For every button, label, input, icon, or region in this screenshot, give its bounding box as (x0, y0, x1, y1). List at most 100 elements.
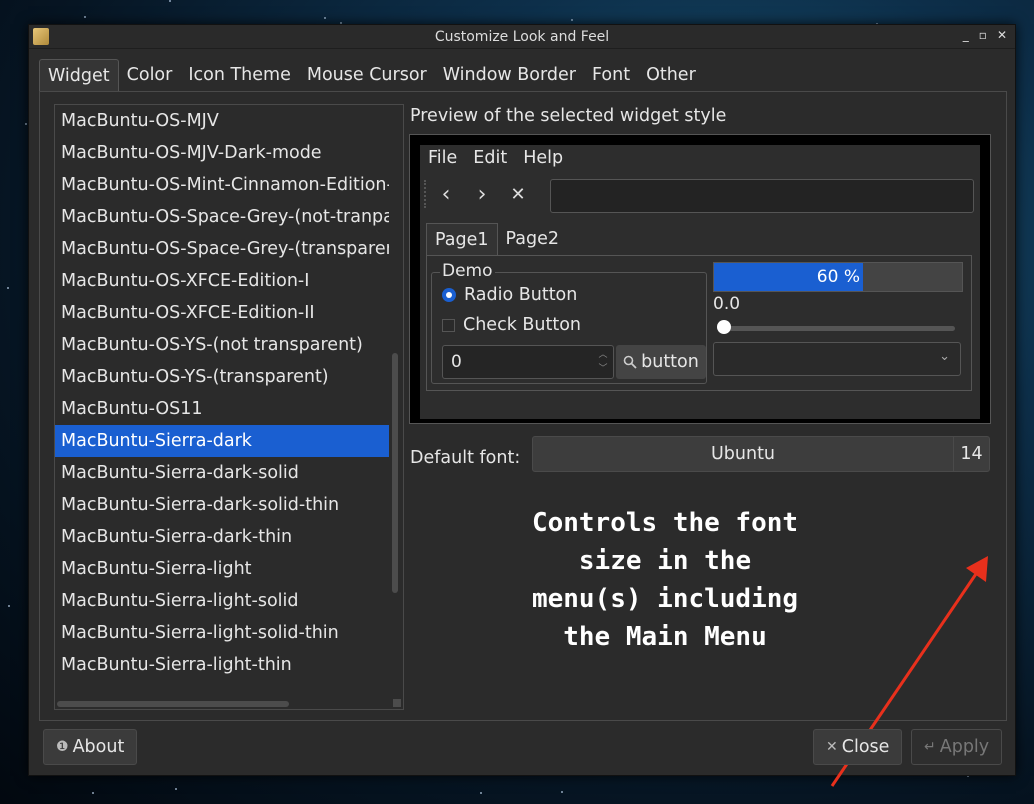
star (480, 792, 482, 794)
category-tabs: Widget Color Icon Theme Mouse Cursor Win… (39, 59, 704, 91)
tab-font[interactable]: Font (584, 59, 638, 91)
tab-window-border[interactable]: Window Border (435, 59, 584, 91)
radio-indicator[interactable] (442, 288, 456, 302)
apply-icon: ↵ (924, 739, 936, 755)
tab-page2[interactable]: Page2 (498, 223, 568, 255)
close-label: Close (841, 737, 890, 757)
theme-list-item[interactable]: MacBuntu-Sierra-dark-thin (55, 521, 389, 553)
minimize-icon[interactable]: _ (963, 28, 969, 42)
theme-list-item[interactable]: MacBuntu-Sierra-dark (55, 425, 389, 457)
slider-track[interactable] (723, 326, 955, 331)
annotation-line: size in the (578, 546, 752, 576)
theme-list-item[interactable]: MacBuntu-Sierra-dark-solid-thin (55, 489, 389, 521)
widget-panel: MacBuntu-OS-MJV MacBuntu-OS-MJV-Dark-mode… (39, 91, 1007, 787)
preview-toolbar: ‹ › ✕ (420, 175, 980, 213)
close-icon: ✕ (826, 739, 838, 755)
vertical-scroll-thumb[interactable] (392, 353, 398, 593)
theme-list-item[interactable]: MacBuntu-OS-XFCE-Edition-I (55, 265, 389, 297)
tab-other[interactable]: Other (638, 59, 704, 91)
check-button[interactable]: Check Button (442, 315, 581, 335)
font-name: Ubuntu (710, 444, 776, 464)
star (7, 287, 9, 289)
star (84, 16, 86, 18)
preview-label: Preview of the selected widget style (410, 106, 727, 126)
checkbox-indicator[interactable] (442, 318, 455, 332)
horizontal-scroll-thumb[interactable] (57, 701, 289, 707)
theme-list[interactable]: MacBuntu-OS-MJV MacBuntu-OS-MJV-Dark-mode… (54, 104, 404, 710)
combo-box[interactable]: ⌄ (713, 342, 961, 376)
check-label: Check Button (463, 315, 582, 335)
forward-icon[interactable]: › (464, 182, 500, 207)
radio-label: Radio Button (464, 285, 578, 305)
tab-widget[interactable]: Widget (39, 59, 119, 91)
close-window-icon[interactable]: ✕ (997, 28, 1007, 42)
close-button[interactable]: ✕ Close (813, 729, 903, 765)
theme-list-item[interactable]: MacBuntu-OS-MJV (55, 105, 389, 137)
default-font-label: Default font: (410, 448, 521, 468)
font-chooser-button[interactable]: Ubuntu 14 (532, 436, 990, 472)
theme-list-item[interactable]: MacBuntu-OS-XFCE-Edition-II (55, 297, 389, 329)
theme-list-item[interactable]: MacBuntu-Sierra-light (55, 553, 389, 585)
chevron-down-icon: ⌄ (939, 349, 950, 364)
about-label: About (72, 737, 125, 757)
annotation-line: Controls the font (531, 508, 799, 538)
star (8, 605, 10, 607)
star (571, 19, 573, 21)
tab-page1[interactable]: Page1 (426, 223, 498, 255)
tab-color[interactable]: Color (119, 59, 181, 91)
progress-bar: 60 % (713, 262, 963, 292)
slider-value: 0.0 (713, 294, 741, 314)
theme-list-item[interactable]: MacBuntu-Sierra-light-thin (55, 649, 389, 681)
preview-text-field[interactable] (550, 179, 974, 213)
star (324, 17, 326, 19)
about-button[interactable]: ❶ About (43, 729, 138, 765)
spin-box[interactable]: 0 ︿ ﹀ (442, 345, 614, 379)
window-controls: _ ▫ ✕ (963, 28, 1007, 42)
demo-button[interactable]: button (616, 345, 706, 379)
theme-list-item[interactable]: MacBuntu-OS-Space-Grey-(transparent (55, 233, 389, 265)
theme-list-item[interactable]: MacBuntu-Sierra-light-solid-thin (55, 617, 389, 649)
stop-icon[interactable]: ✕ (500, 184, 536, 205)
theme-list-item[interactable]: MacBuntu-OS-Space-Grey-(not-tranpar (55, 201, 389, 233)
theme-list-item[interactable]: MacBuntu-Sierra-light-solid (55, 585, 389, 617)
preview-tabs: Page1 Page2 (426, 223, 567, 255)
theme-list-item[interactable]: MacBuntu-OS-YS-(not transparent) (55, 329, 389, 361)
maximize-icon[interactable]: ▫ (979, 28, 987, 42)
progress-text: 60 % (816, 267, 860, 287)
title-bar[interactable]: Customize Look and Feel _ ▫ ✕ (29, 25, 1015, 49)
menu-edit[interactable]: Edit (473, 145, 507, 171)
spin-down-icon[interactable]: ﹀ (595, 362, 611, 376)
demo-button-label: button (641, 352, 699, 372)
theme-list-item[interactable]: MacBuntu-OS11 (55, 393, 389, 425)
spin-up-icon[interactable]: ︿ (595, 348, 611, 362)
menu-file[interactable]: File (428, 145, 457, 171)
apply-button[interactable]: ↵ Apply (911, 729, 1003, 765)
annotation-text: Controls the font size in the menu(s) in… (470, 504, 860, 656)
scroll-corner (393, 699, 401, 707)
preview-frame: File Edit Help ‹ › ✕ Page1 Page2 Demo Ra… (409, 134, 991, 424)
demo-group-label: Demo (440, 261, 495, 281)
tab-icon-theme[interactable]: Icon Theme (180, 59, 299, 91)
spin-value: 0 (451, 352, 462, 372)
menu-help[interactable]: Help (523, 145, 563, 171)
star (561, 791, 563, 793)
theme-list-item[interactable]: MacBuntu-OS-YS-(transparent) (55, 361, 389, 393)
slider-handle[interactable] (717, 320, 731, 334)
apply-label: Apply (939, 737, 990, 757)
preview-menubar: File Edit Help (420, 145, 980, 171)
window-title: Customize Look and Feel (434, 28, 610, 45)
star (169, 0, 171, 2)
app-icon (33, 28, 49, 45)
spin-arrows[interactable]: ︿ ﹀ (595, 348, 611, 376)
star (92, 792, 94, 794)
tab-mouse-cursor[interactable]: Mouse Cursor (299, 59, 435, 91)
theme-list-item[interactable]: MacBuntu-OS-MJV-Dark-mode (55, 137, 389, 169)
theme-list-item[interactable]: MacBuntu-Sierra-dark-solid (55, 457, 389, 489)
info-icon: ❶ (56, 739, 69, 755)
customize-dialog: Customize Look and Feel _ ▫ ✕ Widget Col… (28, 24, 1016, 787)
theme-list-item[interactable]: MacBuntu-OS-Mint-Cinnamon-Edition- (55, 169, 389, 201)
back-icon[interactable]: ‹ (428, 182, 464, 207)
vertical-scrollbar[interactable] (392, 105, 400, 699)
star (25, 123, 27, 125)
radio-button[interactable]: Radio Button (442, 285, 577, 305)
